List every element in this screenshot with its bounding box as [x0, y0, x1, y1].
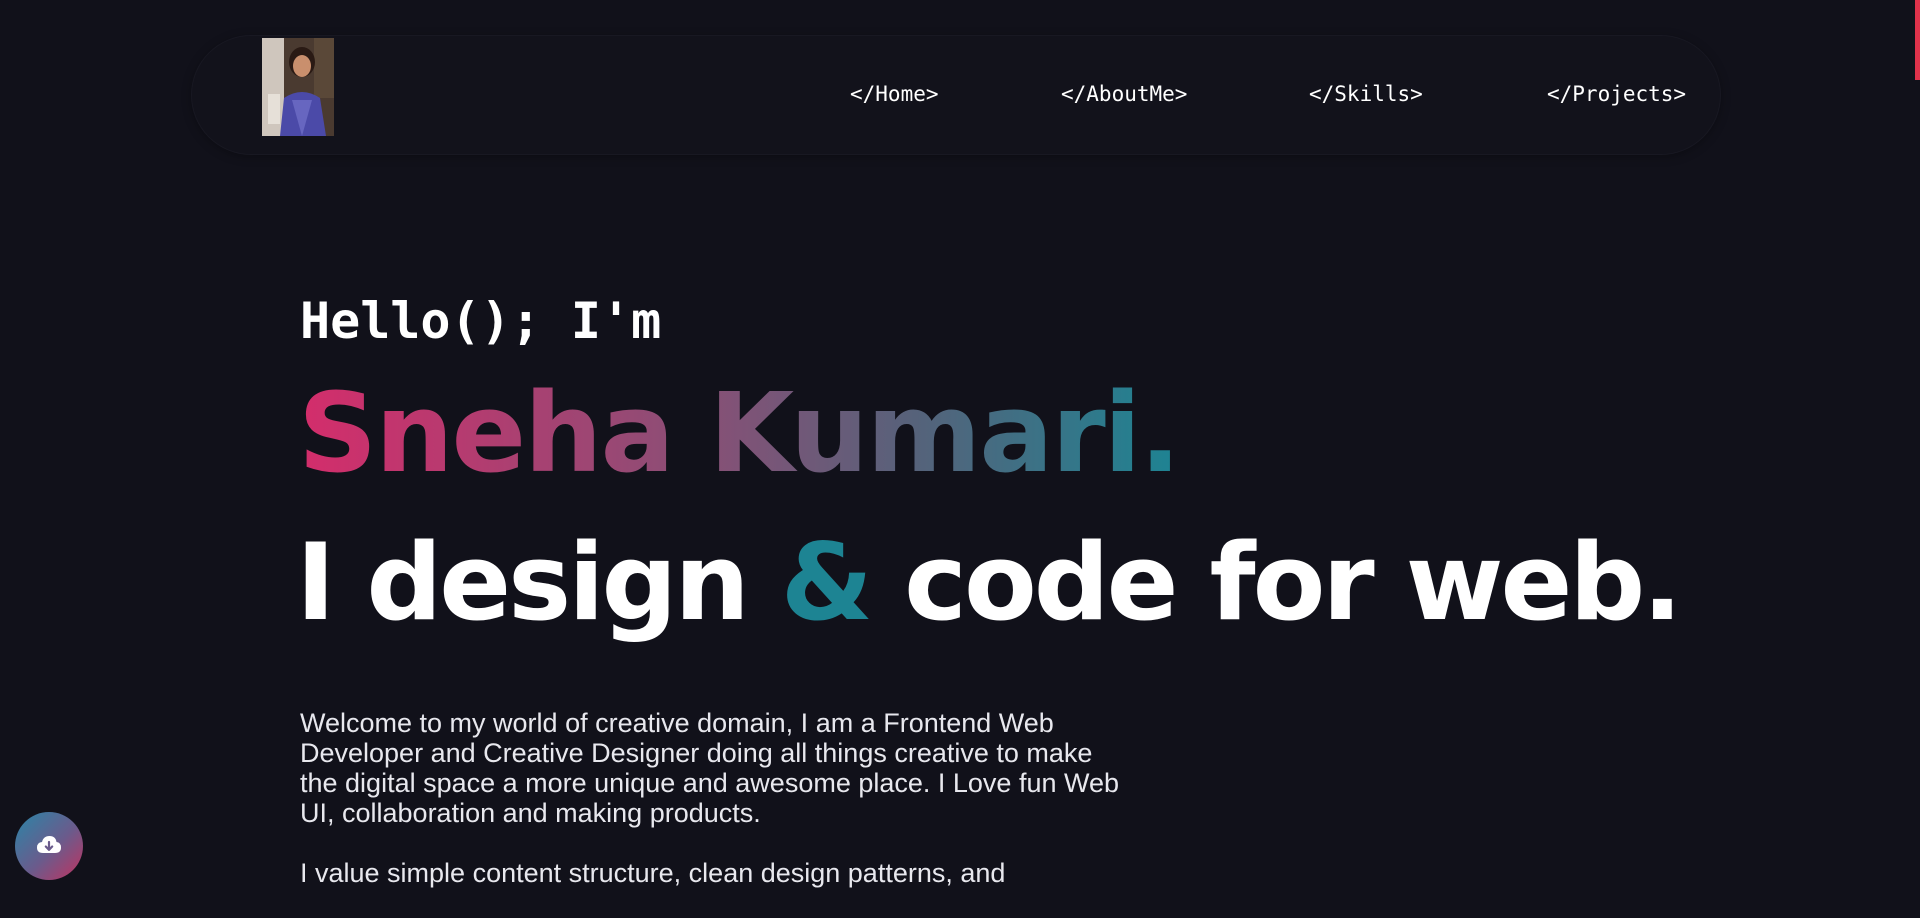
- nav-link-about-me[interactable]: </AboutMe>: [1061, 82, 1187, 106]
- nav-link-projects[interactable]: </Projects>: [1547, 82, 1686, 106]
- hero-tagline: I design & code for web.: [296, 530, 1683, 636]
- hero-name: Sneha Kumari.: [298, 369, 1181, 497]
- intro-paragraph-2: I value simple content structure, clean …: [300, 858, 1006, 888]
- tagline-part-1: I design: [296, 521, 781, 644]
- greeting: Hello(); I'm: [300, 292, 662, 350]
- intro-paragraph-1: Welcome to my world of creative domain, …: [300, 708, 1120, 828]
- tagline-part-2: code for web.: [870, 521, 1682, 644]
- nav-link-skills[interactable]: </Skills>: [1309, 82, 1423, 106]
- nav-links: </Home> </AboutMe> </Skills> </Projects>: [192, 36, 1720, 154]
- navbar: </Home> </AboutMe> </Skills> </Projects>: [192, 36, 1720, 154]
- tagline-ampersand: &: [780, 521, 873, 644]
- scroll-indicator: [1915, 0, 1920, 80]
- download-resume-button[interactable]: [15, 812, 83, 880]
- cloud-download-icon: [37, 836, 61, 853]
- nav-link-home[interactable]: </Home>: [850, 82, 939, 106]
- intro-text: Welcome to my world of creative domain, …: [300, 708, 1120, 918]
